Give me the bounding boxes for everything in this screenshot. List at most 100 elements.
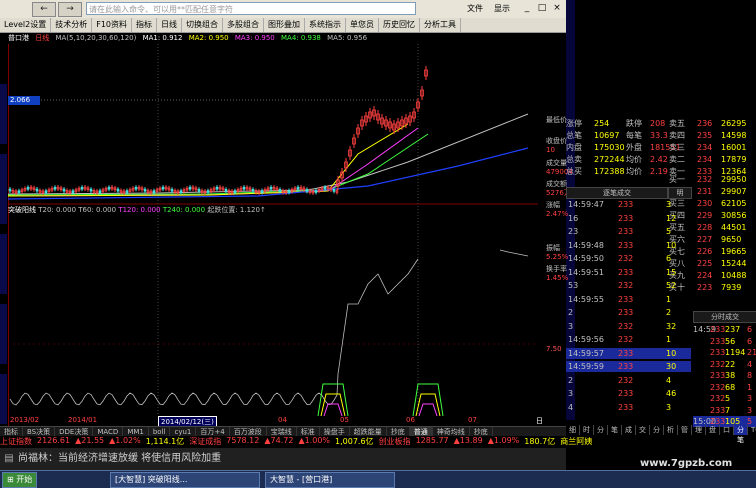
task-button-1[interactable]: [大智慧] 突破阳线...	[110, 472, 260, 488]
menu-item-overlay[interactable]: 图形叠加	[264, 18, 305, 32]
left-tab-2[interactable]	[0, 154, 7, 224]
cy-index-pct: ▲1.09%	[487, 436, 520, 445]
left-tab-5[interactable]	[0, 374, 7, 424]
candle-body	[287, 190, 291, 193]
close-button[interactable]: ×	[550, 2, 564, 15]
trade-row: 14:59:59 233 30	[566, 361, 691, 372]
candle-body	[143, 188, 147, 192]
order-price: 236	[697, 119, 713, 128]
min-volume: 56	[725, 336, 736, 346]
index-ticker: 上证指数 2126.61 ▲21.55 ▲1.02% 1,114.1亿 深证成指…	[0, 436, 592, 447]
taskbar: ⊞ 开始 [大智慧] 突破阳线... 大智慧 - [营口港]	[0, 470, 756, 488]
kline-chart[interactable]	[8, 44, 538, 436]
sell-order-row[interactable]: 卖二 234 17879	[669, 154, 756, 166]
left-tab-3[interactable]	[0, 234, 7, 294]
right-tab[interactable]: 细	[566, 425, 580, 435]
order-level: 买一	[669, 175, 685, 184]
order-volume: 26295	[721, 119, 747, 128]
minimize-button[interactable]: _	[520, 2, 534, 15]
command-input[interactable]: 请在此输入命令、可以用**匹配任意字符	[86, 2, 416, 15]
menu-item-sysind[interactable]: 系统指示	[305, 18, 346, 32]
order-volume: 29950	[721, 175, 747, 184]
right-tab[interactable]: 管	[678, 425, 692, 435]
trades-header[interactable]: 逐笔成交	[566, 187, 668, 199]
min-trade-row: 14:59 233 237 6	[693, 324, 756, 335]
right-tab[interactable]: 分	[594, 425, 608, 435]
menu-item-indicator[interactable]: 指标	[132, 18, 157, 32]
min-volume: 22	[725, 359, 736, 369]
sz-index-name[interactable]: 深证成指	[189, 436, 221, 447]
windows-icon: ⊞	[7, 475, 14, 484]
trade-row: 14:59:51 233 15	[566, 267, 691, 278]
back-button[interactable]: ←	[32, 2, 56, 17]
sell-order-row[interactable]: 卖三 234 16001	[669, 142, 756, 154]
right-tab[interactable]: 成	[622, 425, 636, 435]
menu-file[interactable]: 文件	[467, 3, 483, 14]
right-tab[interactable]: 口	[720, 425, 734, 435]
trade-price: 232	[618, 281, 634, 290]
sell-order-row[interactable]: 卖五 236 26295	[669, 118, 756, 130]
menu-item-tools[interactable]: 分析工具	[420, 18, 461, 32]
cy-index-name[interactable]: 创业板指	[379, 436, 411, 447]
trade-volume: 12	[666, 213, 677, 223]
menu-item-level2[interactable]: Level2设置	[0, 18, 52, 32]
menu-item-history[interactable]: 历史回忆	[379, 18, 420, 32]
date-label-5: 05	[340, 416, 349, 424]
buy-order-row[interactable]: 买一 232 29950	[669, 174, 756, 186]
right-bottom-tab[interactable]: TOP	[748, 425, 756, 435]
candle-body	[44, 190, 48, 194]
summary-value-d: 2.42	[650, 155, 668, 164]
trade-row: 14:59:48 233 10	[566, 240, 691, 251]
trade-volume: 5	[666, 227, 672, 236]
right-tab[interactable]: 析	[664, 425, 678, 435]
date-axis: 2013/02 2014/01 2014/02/12(三) 04 05 06 0…	[8, 416, 543, 435]
t240-value: T240: 0.000	[162, 206, 206, 214]
maximize-button[interactable]: □	[535, 2, 549, 15]
order-volume: 17879	[721, 155, 747, 164]
period-label[interactable]: 日线	[35, 34, 49, 42]
sell-order-row[interactable]: 卖四 235 14598	[669, 130, 756, 142]
right-tab[interactable]: 时	[580, 425, 594, 435]
order-volume: 44501	[721, 223, 747, 232]
ma-line-yellow	[8, 123, 409, 197]
start-button[interactable]: ⊞ 开始	[2, 472, 38, 488]
candle-body	[332, 189, 336, 192]
min-trades-header[interactable]: 分时成交	[693, 311, 756, 323]
min-trade-row: 233 1194 21	[693, 347, 756, 358]
news-bar[interactable]: ▤ 尚福林：当前经济增速放缓 将使信用风险加重	[0, 448, 566, 470]
menu-item-tech[interactable]: 技术分析	[51, 18, 93, 32]
right-tab[interactable]: 笔	[608, 425, 622, 435]
right-tab[interactable]: 交	[636, 425, 650, 435]
left-tab-1[interactable]	[0, 84, 7, 144]
trade-row: 2 232 4	[566, 375, 691, 386]
candle-body	[134, 186, 138, 190]
menu-item-multi[interactable]: 多股组合	[223, 18, 264, 32]
summary-value-d: 208	[650, 119, 666, 128]
trades-header-detail[interactable]: 明	[668, 187, 692, 199]
right-bottom-tab[interactable]: 分笔	[734, 425, 748, 444]
candle-body	[35, 188, 39, 192]
cy-index-value: 1285.77	[415, 436, 449, 445]
menu-item-member[interactable]: 单您员	[346, 18, 379, 32]
left-tab-4[interactable]	[0, 304, 7, 364]
trade-price: 233	[618, 267, 634, 277]
min-price: 232	[710, 359, 726, 369]
summary-label-a: 总卖	[566, 155, 582, 164]
right-tab[interactable]: 盘	[706, 425, 720, 435]
order-price: 228	[697, 223, 713, 232]
trade-time: 53	[568, 281, 579, 290]
order-volume: 9650	[721, 235, 742, 244]
trade-price: 232	[618, 375, 634, 385]
sz-index-pct: ▲1.00%	[298, 436, 331, 445]
menu-view[interactable]: 显示	[494, 3, 510, 14]
sh-index-name[interactable]: 上证指数	[0, 436, 32, 447]
trade-price: 233	[618, 308, 634, 317]
menu-item-switch[interactable]: 切换组合	[182, 18, 223, 32]
candle-body	[260, 190, 264, 193]
right-tab[interactable]: 理	[692, 425, 706, 435]
menu-item-f10[interactable]: F10资料	[92, 18, 132, 32]
menu-item-daily[interactable]: 日线	[157, 18, 182, 32]
forward-button[interactable]: →	[58, 2, 82, 17]
task-button-2[interactable]: 大智慧 - [营口港]	[265, 472, 395, 488]
right-tab[interactable]: 分	[650, 425, 664, 435]
